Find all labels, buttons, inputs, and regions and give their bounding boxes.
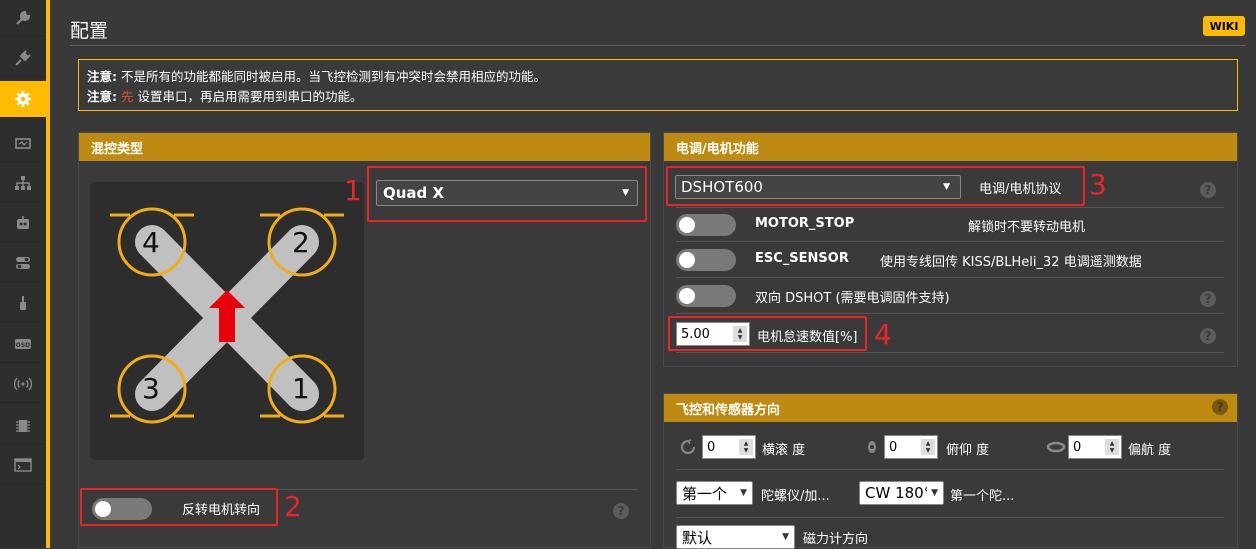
sidebar-item-vtx[interactable] [0,366,46,403]
mag-select[interactable]: 默认 ▼ [676,525,795,549]
esc-divider [676,313,1224,314]
spinner-icon[interactable]: ▲ ▼ [1105,439,1119,455]
osd-icon: OSD [15,339,31,349]
network-icon [15,176,31,190]
esc-divider [676,352,1224,353]
sidebar-item-setup[interactable] [0,0,46,37]
sidebar-item-osd[interactable]: OSD [0,326,46,363]
sidebar-item-power[interactable] [0,125,46,162]
toggle-knob [679,288,695,304]
motor-label-4: 4 [142,226,160,259]
help-icon[interactable]: ? [1200,328,1216,344]
motor-stop-label: MOTOR_STOP [755,216,855,231]
robot-icon [17,216,29,229]
mixer-panel-header: 混控类型 [79,133,650,161]
wrench-icon [16,10,31,25]
toggle-knob [679,252,695,268]
esc-divider [676,277,1224,278]
gyro-align-label: 第一个陀... [950,489,1015,504]
notice-line-2: 注意: 先 设置串口，再启用需要用到串口的功能。 [87,89,363,104]
chevron-down-icon: ▼ [740,488,747,498]
sidebar-item-motors[interactable] [0,285,46,322]
help-icon[interactable]: ? [1200,291,1216,307]
bidir-dshot-label: 双向 DSHOT (需要电调固件支持) [755,291,950,306]
sidebar-item-blackbox[interactable] [0,408,46,445]
roll-icon [681,439,695,454]
chip-icon [16,420,30,432]
chevron-down-icon: ▼ [931,488,938,498]
title-divider [70,45,1246,46]
orientation-divider [676,517,1224,518]
annotation-box-2 [80,488,278,526]
esc-sensor-label: ESC_SENSOR [755,251,849,266]
annotation-box-4 [668,316,867,351]
svg-text:OSD: OSD [16,342,30,349]
help-icon[interactable]: ? [1200,182,1216,198]
wiki-button[interactable]: WIKI [1203,16,1245,36]
esc-divider [676,241,1224,242]
orientation-divider [676,469,1224,470]
motor-label-3: 3 [142,372,160,405]
page-title: 配置 [70,20,109,42]
annotation-box-3 [666,166,1085,206]
annotation-box-1 [367,166,647,222]
battery-icon [15,138,31,149]
antenna-icon [14,377,32,391]
annotation-label-2: 2 [284,490,302,523]
motor-label-2: 2 [292,226,310,259]
motor-label-1: 1 [292,372,310,405]
sidebar-item-configuration[interactable] [0,81,46,118]
annotation-label-3: 3 [1089,168,1107,201]
spinner-icon[interactable]: ▲ ▼ [921,439,935,455]
sidebar-item-cli[interactable] [0,447,46,484]
motor-icon [20,296,26,310]
motor-stop-toggle[interactable] [676,214,736,236]
pitch-input[interactable]: 0 ▲ ▼ [884,435,938,459]
terminal-icon [14,458,32,472]
esc-sensor-desc: 使用专线回传 KISS/BLHeli_32 电调遥测数据 [880,255,1142,270]
esc-panel-header: 电调/电机功能 [664,133,1237,161]
toggles-icon [16,257,30,269]
yaw-input[interactable]: 0 ▲ ▼ [1068,435,1122,459]
notice-box: 注意: 不是所有的功能都能同时被启用。当飞控检测到有冲突时会禁用相应的功能。 注… [78,59,1238,111]
chevron-down-icon: ▼ [782,532,789,542]
help-icon[interactable]: ? [1212,399,1228,415]
plug-icon [15,50,31,66]
sidebar: OSD [0,0,46,548]
spinner-icon[interactable]: ▲ ▼ [739,439,753,455]
toggle-knob [679,217,695,233]
esc-divider [676,207,1224,208]
gyro-label: 陀螺仪/加... [761,489,830,504]
yaw-icon [1046,441,1066,453]
annotation-label-1: 1 [344,174,362,207]
annotation-label-4: 4 [874,318,892,351]
sidebar-accent-bar [46,0,50,548]
sidebar-item-failsafe[interactable] [0,165,46,202]
roll-input[interactable]: 0 ▲ ▼ [702,435,756,459]
quad-x-diagram: 4 2 3 1 [90,182,364,460]
pitch-icon [868,441,876,453]
roll-label: 横滚 度 [762,443,806,458]
orientation-panel-header: 飞控和传感器方向 [664,394,1237,422]
mag-label: 磁力计方向 [803,532,869,547]
pitch-label: 俯仰 度 [946,443,990,458]
bidir-dshot-toggle[interactable] [676,285,736,307]
gear-icon [15,91,31,107]
help-icon[interactable]: ? [613,503,629,519]
esc-sensor-toggle[interactable] [676,249,736,271]
notice-line-1: 注意: 不是所有的功能都能同时被启用。当飞控检测到有冲突时会禁用相应的功能。 [87,69,546,84]
sidebar-item-modes[interactable] [0,245,46,282]
motor-stop-desc: 解锁时不要转动电机 [968,220,1086,235]
gyro-align-select[interactable]: CW 180° ▼ [859,481,944,505]
sidebar-item-ports[interactable] [0,40,46,77]
yaw-label: 偏航 度 [1128,443,1172,458]
gyro-select[interactable]: 第一个 ▼ [676,481,753,505]
sidebar-item-receiver[interactable] [0,205,46,242]
